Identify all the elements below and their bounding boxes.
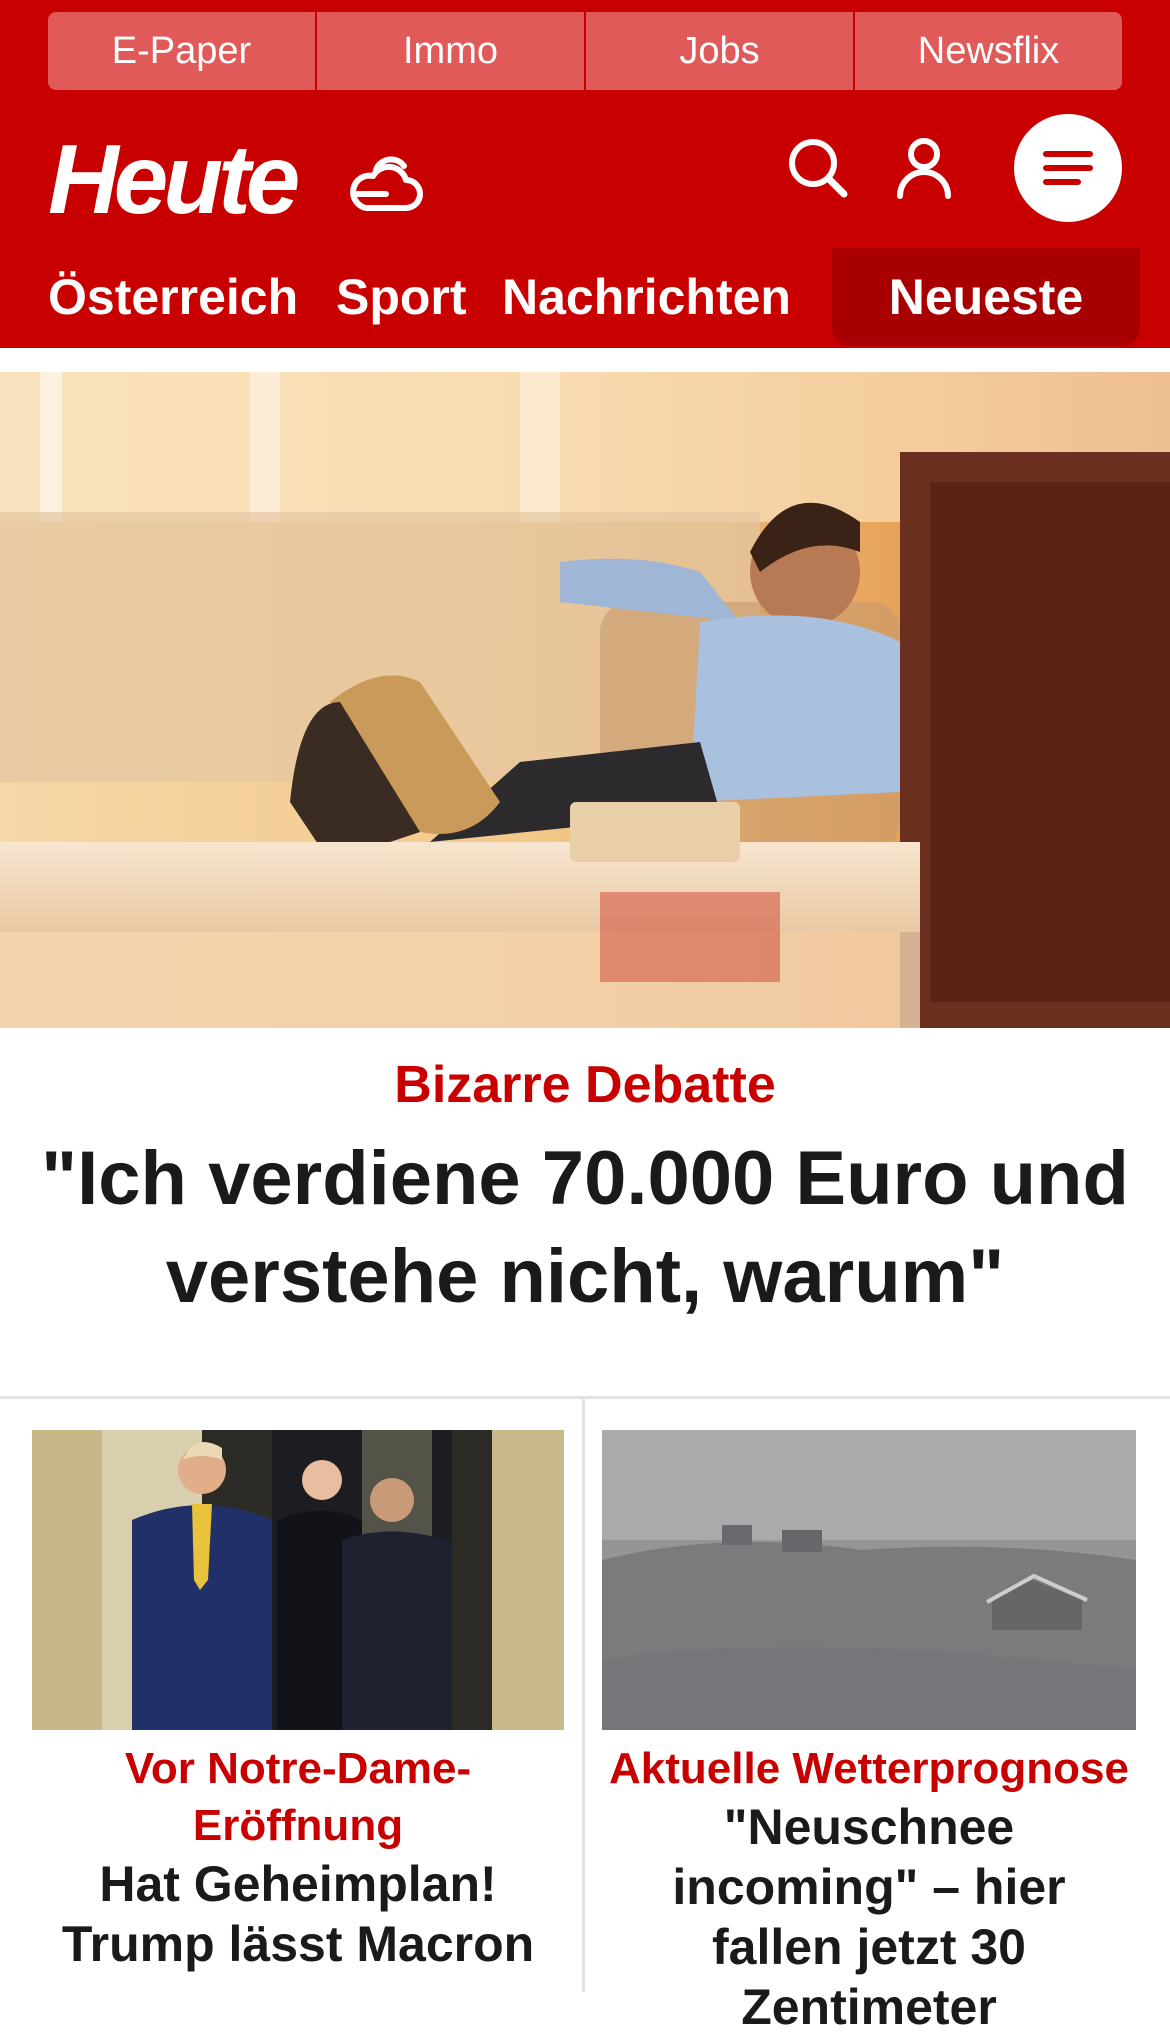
divider bbox=[582, 1399, 585, 1992]
article-card[interactable]: Aktuelle Wetterprognose "Neuschnee incom… bbox=[602, 1430, 1136, 2037]
section-nav-sport[interactable]: Sport bbox=[336, 262, 467, 332]
section-nav-oesterreich[interactable]: Österreich bbox=[48, 262, 298, 332]
search-icon[interactable] bbox=[782, 132, 854, 204]
article-image[interactable] bbox=[602, 1430, 1136, 1730]
top-nav-immo[interactable]: Immo bbox=[317, 12, 586, 90]
site-header: E-Paper Immo Jobs Newsflix Heute Österre… bbox=[0, 0, 1170, 348]
top-nav-epaper[interactable]: E-Paper bbox=[48, 12, 317, 90]
section-nav: Österreich Sport Nachrichten Neueste bbox=[0, 248, 1170, 348]
top-nav-jobs[interactable]: Jobs bbox=[586, 12, 855, 90]
article-kicker: Aktuelle Wetterprognose bbox=[609, 1744, 1129, 1793]
top-nav: E-Paper Immo Jobs Newsflix bbox=[48, 12, 1122, 90]
article-card[interactable]: Vor Notre-Dame-Eröffnung Hat Geheimplan!… bbox=[32, 1430, 564, 1974]
article-headline[interactable]: Hat Geheimplan! Trump lässt Macron bbox=[32, 1854, 564, 1974]
top-nav-newsflix[interactable]: Newsflix bbox=[855, 12, 1122, 90]
heute-logo[interactable]: Heute bbox=[48, 130, 300, 228]
menu-button[interactable] bbox=[1014, 114, 1122, 222]
article-kicker: Vor Notre-Dame-Eröffnung bbox=[124, 1744, 472, 1850]
section-nav-latest[interactable]: Neueste bbox=[832, 248, 1140, 346]
weather-cloud-icon[interactable] bbox=[346, 150, 424, 220]
article-image[interactable] bbox=[32, 1430, 564, 1730]
section-nav-nachrichten[interactable]: Nachrichten bbox=[502, 262, 791, 332]
hero-image[interactable] bbox=[0, 372, 1170, 1028]
article-headline[interactable]: "Neuschnee incoming" – hier fallen jetzt… bbox=[602, 1797, 1136, 2037]
hero-kicker: Bizarre Debatte bbox=[394, 1056, 776, 1114]
hero-teaser[interactable]: Bizarre Debatte "Ich verdiene 70.000 Eur… bbox=[0, 1040, 1170, 1326]
menu-icon bbox=[1043, 151, 1093, 185]
hero-headline[interactable]: "Ich verdiene 70.000 Euro und verstehe n… bbox=[0, 1130, 1170, 1326]
user-icon[interactable] bbox=[888, 132, 960, 204]
divider bbox=[0, 1396, 1170, 1399]
brand-row: Heute bbox=[0, 110, 1170, 240]
